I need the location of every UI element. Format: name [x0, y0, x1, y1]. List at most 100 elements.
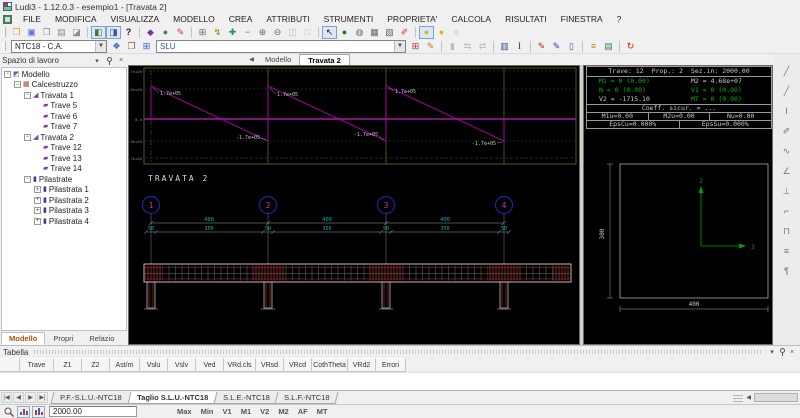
copy-icon[interactable]: ❐: [39, 26, 54, 39]
sheet-tab-taglio-slu[interactable]: Taglio S.L.U.-NTC18: [127, 391, 218, 404]
tree-item-pilastrata-1[interactable]: + ▮ Pilastrata 1: [2, 185, 126, 196]
zoom-in-icon[interactable]: ⊕: [255, 26, 270, 39]
window-model-icon[interactable]: ◧: [91, 25, 106, 39]
title-bar[interactable]: Ludi3 - 1.12.0.3 - esempio1 - [Travata 2…: [0, 0, 800, 13]
lamp-on-icon[interactable]: ●: [419, 25, 434, 39]
tree-item-trave-7[interactable]: ▰ Trave 7: [2, 122, 126, 133]
travata-canvas[interactable]: 1.7e+05 1.7e+05 1.7e+05 -1.7e+05 -1.7e+0…: [124, 65, 580, 345]
report-icon[interactable]: ▤: [601, 40, 616, 53]
remove-element-icon[interactable]: −: [240, 26, 255, 39]
diagonal-tool-icon[interactable]: ╱: [779, 84, 795, 99]
select-arrow-icon[interactable]: ↖: [322, 25, 337, 39]
prev-sheet-button[interactable]: ◀: [13, 392, 24, 403]
angle-tool-icon[interactable]: ∠: [779, 164, 795, 179]
tree-item-travata-2[interactable]: − ◢ Travata 2: [2, 132, 126, 143]
sheet-tab-pf-slu[interactable]: P.F.-S.L.U.-NTC18: [50, 391, 132, 404]
collapse-icon[interactable]: −: [24, 91, 31, 99]
edit-pen-icon[interactable]: ✎: [173, 26, 188, 39]
row-selector-header[interactable]: [0, 358, 20, 372]
chevron-down-icon[interactable]: ▾: [767, 347, 777, 357]
flip-vertical-icon[interactable]: ⇄: [475, 40, 490, 53]
combos-table-icon[interactable]: ⊞: [139, 40, 154, 53]
lamp-off-icon[interactable]: ○: [449, 26, 464, 39]
menu-visualizza[interactable]: VISUALIZZA: [104, 13, 167, 25]
column-vrd2[interactable]: VRd2: [348, 358, 376, 372]
ibeam-tool-icon[interactable]: I: [779, 104, 795, 119]
menu-risultati[interactable]: RISULTATI: [498, 13, 554, 25]
x-range-icon[interactable]: [17, 405, 30, 418]
zoom-lens-icon[interactable]: [2, 406, 15, 418]
scrollbar-thumb[interactable]: [754, 393, 798, 402]
menu-calcola[interactable]: CALCOLA: [444, 13, 498, 25]
pin-icon[interactable]: [104, 56, 114, 66]
pen-purple-icon[interactable]: ▯: [564, 40, 579, 53]
menu-proprieta[interactable]: PROPRIETA': [380, 13, 444, 25]
results-canvas[interactable]: Trave: 12 Prop.: 2 Sez.in: 2000.00 M1 = …: [583, 65, 773, 345]
pen-red-icon[interactable]: ✎: [534, 40, 549, 53]
next-sheet-button[interactable]: ▶: [25, 392, 36, 403]
matrix-icon[interactable]: ▥: [497, 40, 512, 53]
m2-toggle[interactable]: M2: [278, 407, 288, 416]
column-vslv[interactable]: Vslv: [168, 358, 196, 372]
zoom-window-icon[interactable]: ◫: [285, 26, 300, 39]
norm-combobox[interactable]: NTC18 - C.A. ▼: [11, 39, 107, 53]
tree-item-pilastrata-3[interactable]: + ▮ Pilastrata 3: [2, 206, 126, 217]
mt-toggle[interactable]: MT: [317, 407, 328, 416]
render-sphere-icon[interactable]: ●: [158, 26, 173, 39]
last-sheet-button[interactable]: ▶|: [37, 392, 48, 403]
norm-check-icon[interactable]: ❖: [109, 40, 124, 53]
pen-tool-icon[interactable]: ✐: [779, 124, 795, 139]
column-vrd-cls[interactable]: VRd.cls: [224, 358, 256, 372]
materials-book-icon[interactable]: ❒: [124, 40, 139, 53]
materials-icon[interactable]: ◆: [143, 26, 158, 39]
tree-item-trave-13[interactable]: ▰ Trave 13: [2, 153, 126, 164]
tree-item-calcestruzzo[interactable]: − ▦ Calcestruzzo: [2, 80, 126, 91]
v2-toggle[interactable]: V2: [260, 407, 269, 416]
chevron-down-icon[interactable]: ▼: [394, 40, 405, 52]
column-coththeta[interactable]: CothTheta: [312, 358, 348, 372]
toolbar-gripper[interactable]: [3, 41, 6, 51]
sheet-scrollbar[interactable]: ◀: [733, 393, 798, 402]
first-sheet-button[interactable]: |◀: [1, 392, 12, 403]
m1-toggle[interactable]: M1: [241, 407, 251, 416]
tree-item-trave-14[interactable]: ▰ Trave 14: [2, 164, 126, 175]
refresh-icon[interactable]: ↻: [623, 40, 638, 53]
print-icon[interactable]: ◪: [69, 26, 84, 39]
case-combobox[interactable]: SLU ▼: [156, 39, 406, 53]
column-errori[interactable]: Errori: [376, 358, 406, 372]
ibeam-icon[interactable]: I: [512, 40, 527, 53]
menu-finestra[interactable]: FINESTRA: [554, 13, 610, 25]
corner-tool-icon[interactable]: ⌐: [779, 204, 795, 219]
tree-item-trave-6[interactable]: ▰ Trave 6: [2, 111, 126, 122]
view-3d-icon[interactable]: ●: [337, 26, 352, 39]
collapse-icon[interactable]: −: [14, 81, 21, 89]
prev-tab-button[interactable]: ◀: [246, 54, 257, 65]
column-vrcd[interactable]: VRcd: [284, 358, 312, 372]
flip-horizontal-icon[interactable]: ⇆: [460, 40, 475, 53]
list-tool-icon[interactable]: ≡: [779, 244, 795, 259]
add-element-icon[interactable]: ✚: [225, 26, 240, 39]
v1-toggle[interactable]: V1: [223, 407, 232, 416]
save-icon[interactable]: ▣: [24, 26, 39, 39]
column-ast-m[interactable]: Ast/m: [110, 358, 140, 372]
menu-file[interactable]: FILE: [16, 13, 48, 25]
case-edit-icon[interactable]: ✎: [423, 40, 438, 53]
tree-item-pilastrata-4[interactable]: + ▮ Pilastrata 4: [2, 216, 126, 227]
list-icon[interactable]: ≡: [586, 40, 601, 53]
column-vslu[interactable]: Vslu: [140, 358, 168, 372]
mesh-icon[interactable]: ▦: [367, 26, 382, 39]
bar-icon[interactable]: ▮: [445, 40, 460, 53]
y-range-icon[interactable]: [32, 405, 45, 418]
tree-item-pilastrata-2[interactable]: + ▮ Pilastrata 2: [2, 195, 126, 206]
doc-tab-travata-2[interactable]: Travata 2: [299, 54, 350, 65]
tree-item-trave-12[interactable]: ▰ Trave 12: [2, 143, 126, 154]
tree-item-trave-5[interactable]: ▰ Trave 5: [2, 101, 126, 112]
tab-modello[interactable]: Modello: [1, 332, 46, 345]
tree-item-travata-1[interactable]: − ◢ Travata 1: [2, 90, 126, 101]
toolbar-gripper[interactable]: [3, 27, 6, 37]
chevron-down-icon[interactable]: ▾: [92, 56, 102, 66]
section-view-icon[interactable]: ▧: [382, 26, 397, 39]
collapse-icon[interactable]: −: [24, 175, 31, 183]
shading-icon[interactable]: ◍: [352, 26, 367, 39]
expand-icon[interactable]: +: [34, 196, 41, 204]
